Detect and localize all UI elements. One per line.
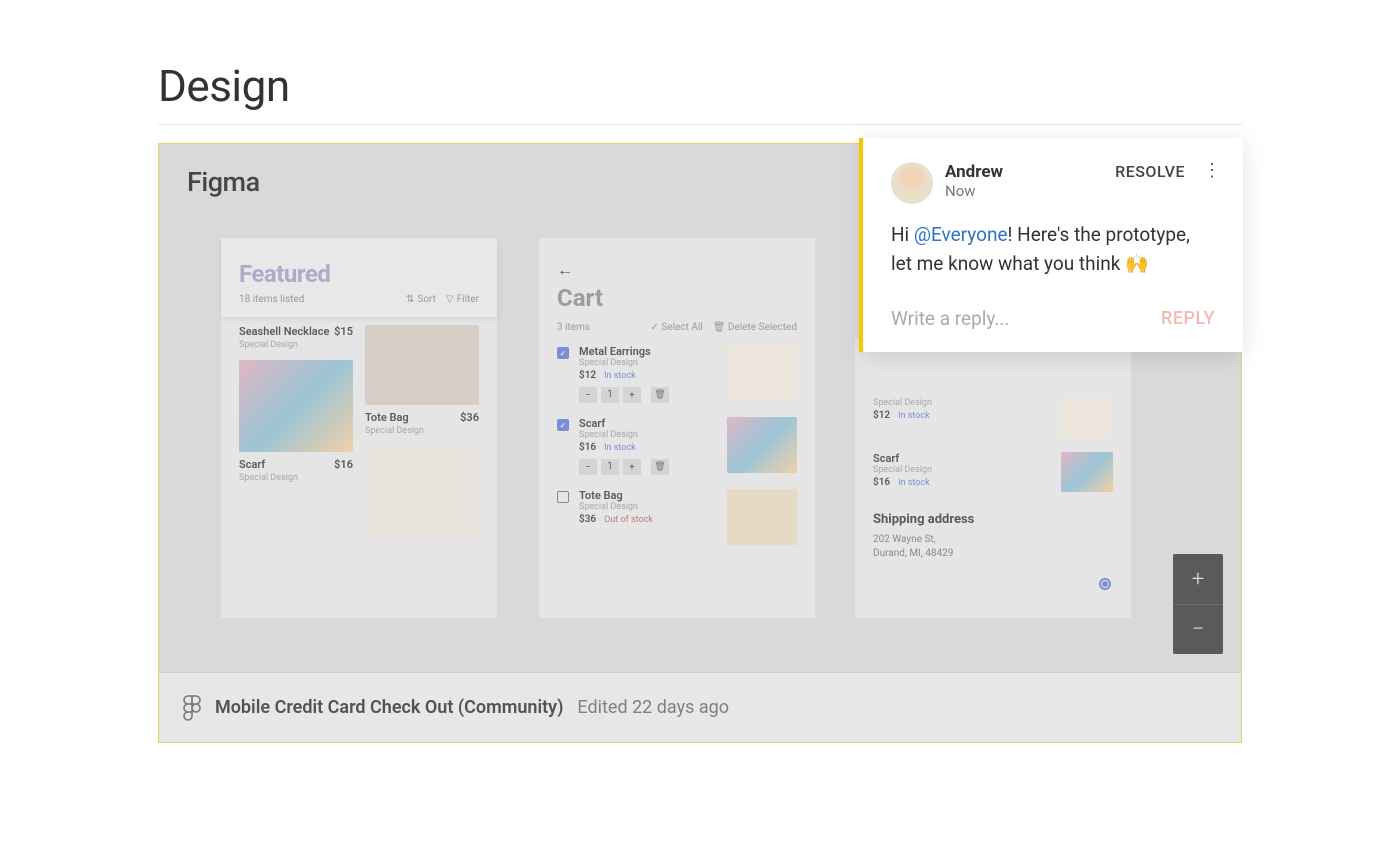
cart-panel: ← Cart 3 items ✓ Select All 🗑 Delete Sel… [539,238,815,618]
qty-plus-button[interactable]: + [623,459,641,475]
product-price: $16 [334,458,353,471]
cart-item: Metal Earrings Special Design $12 In sto… [557,345,797,403]
featured-subtitle: 18 items listed [239,294,304,305]
comment-body: Hi @Everyone! Here's the prototype, let … [863,216,1243,297]
product-tag: Special Design [239,473,298,483]
emoji-icon: 🙌 [1125,252,1149,275]
product-name: Seashell Necklace [239,325,329,338]
item-name: Scarf [873,452,1051,465]
checkbox[interactable] [557,491,569,503]
avatar [891,162,933,204]
cart-thumb [727,345,797,401]
comment-author: Andrew [945,162,1115,182]
product-image [365,446,479,538]
shipping-address: 202 Wayne St, Durand, MI, 48429 [873,533,1113,561]
comment-accent-bar [859,138,863,352]
cart-item: Tote Bag Special Design $36 Out of stock [557,489,797,545]
cart-count: 3 items [557,322,590,333]
product-name: Tote Bag [365,411,424,424]
featured-panel: Featured 18 items listed ⇅Sort ▽Filter [221,238,497,618]
item-tag: Special Design [873,398,1051,408]
stock-status: Out of stock [604,515,653,525]
sort-button[interactable]: ⇅Sort [406,294,436,305]
filter-icon: ▽ [446,294,454,305]
qty-minus-button[interactable]: − [579,459,597,475]
cart-item-tag: Special Design [579,430,717,440]
cart-item-price: $12 [579,370,596,381]
sort-icon: ⇅ [406,294,414,305]
cart-item-name: Metal Earrings [579,345,717,358]
cart-title: Cart [557,284,797,312]
featured-title: Featured [239,260,479,288]
cart-item-name: Scarf [579,417,717,430]
thumb [1061,452,1113,492]
qty-value: 1 [601,459,619,475]
product-name: Scarf [239,458,298,471]
zoom-in-button[interactable]: + [1173,554,1223,604]
more-icon[interactable]: ⋮ [1203,162,1221,180]
trash-icon[interactable]: 🗑 [651,459,669,475]
qty-minus-button[interactable]: − [579,387,597,403]
product-tag: Special Design [365,426,424,436]
zoom-controls: + − [1173,554,1223,654]
cart-item: Scarf Special Design $16 In stock − 1 + … [557,417,797,475]
product-price: $36 [460,411,479,424]
qty-plus-button[interactable]: + [623,387,641,403]
back-icon[interactable]: ← [557,260,797,280]
radio-selected[interactable] [1099,578,1111,590]
cart-item-price: $16 [579,442,596,453]
figma-logo-icon [183,695,201,721]
checkbox[interactable] [557,347,569,359]
comment-time: Now [945,182,1115,200]
reply-input[interactable]: Write a reply... [891,307,1009,330]
item-price: $12 [873,410,890,421]
thumb [1061,398,1113,438]
filter-button[interactable]: ▽Filter [446,294,479,305]
delete-selected-button[interactable]: 🗑 Delete Selected [713,322,797,333]
cart-thumb [727,489,797,545]
item-tag: Special Design [873,465,1051,475]
product-tag: Special Design [239,340,329,350]
stock-status: In stock [604,443,636,453]
trash-icon[interactable]: 🗑 [651,387,669,403]
cart-item-name: Tote Bag [579,489,717,502]
cart-item-tag: Special Design [579,358,717,368]
stock-status: In stock [604,371,636,381]
item-price: $16 [873,477,890,488]
stock-status: In stock [898,411,930,421]
qty-value: 1 [601,387,619,403]
select-all-button[interactable]: ✓ Select All [651,322,703,333]
card-footer: Mobile Credit Card Check Out (Community)… [159,672,1241,742]
shipping-title: Shipping address [873,512,1113,527]
cart-item-tag: Special Design [579,502,717,512]
comment-popup: Andrew Now RESOLVE ⋮ Hi @Everyone! Here'… [863,138,1243,352]
reply-button[interactable]: REPLY [1161,308,1215,329]
zoom-out-button[interactable]: − [1173,604,1223,654]
stock-status: In stock [898,478,930,488]
divider [158,124,1242,125]
checkout-panel: Special Design $12 In stock Scarf Specia… [855,338,1131,618]
product-image [239,360,353,452]
product-image [365,325,479,405]
mention[interactable]: @Everyone [914,223,1008,246]
cart-thumb [727,417,797,473]
checkbox[interactable] [557,419,569,431]
cart-item-price: $36 [579,514,596,525]
product-price: $15 [334,325,353,338]
file-edited: Edited 22 days ago [577,697,729,718]
page-title: Design [158,60,1242,112]
resolve-button[interactable]: RESOLVE [1115,162,1185,181]
file-name: Mobile Credit Card Check Out (Community) [215,697,563,718]
